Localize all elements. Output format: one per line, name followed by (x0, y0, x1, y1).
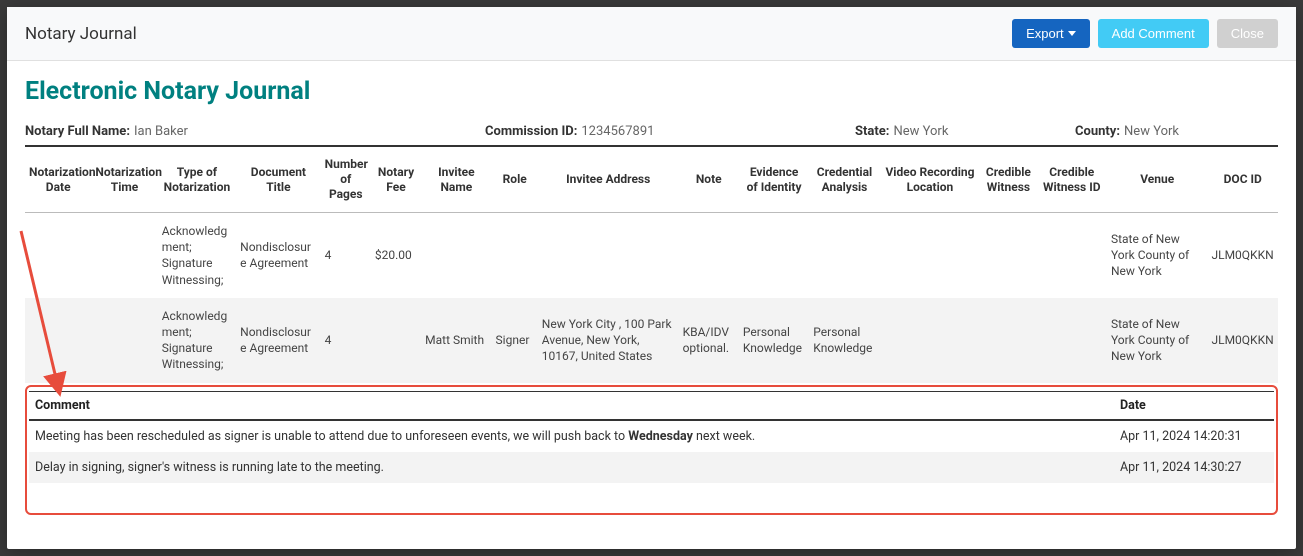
cell: $20.00 (371, 213, 421, 298)
cell: Matt Smith (421, 298, 491, 383)
col-comment: Comment (29, 391, 1114, 420)
close-button[interactable]: Close (1217, 19, 1278, 48)
cell: Signer (492, 298, 538, 383)
meta-county-label: County: (1075, 124, 1120, 139)
meta-county: County: New York (1075, 124, 1179, 139)
cell (25, 213, 91, 298)
col-note: Note (679, 147, 739, 213)
header-actions: Export Add Comment Close (1012, 19, 1278, 48)
meta-state: State: New York (855, 124, 1035, 139)
cell (371, 298, 421, 383)
col-pages: Number of Pages (321, 147, 371, 213)
comment-date: Apr 11, 2024 14:30:27 (1114, 452, 1274, 483)
table-row: Acknowledgment; Signature Witnessing; No… (25, 213, 1278, 298)
chevron-down-icon (1068, 31, 1076, 36)
meta-commission-label: Commission ID: (485, 124, 577, 139)
col-credible-witness-id: Credible Witness ID (1037, 147, 1107, 213)
col-credential: Credential Analysis (809, 147, 879, 213)
cell (421, 213, 491, 298)
table-row: Acknowledgment; Signature Witnessing; No… (25, 298, 1278, 383)
cell (809, 213, 879, 298)
cell: KBA/IDV optional. (679, 298, 739, 383)
col-doc-id: DOC ID (1207, 147, 1278, 213)
col-credible-witness: Credible Witness (980, 147, 1036, 213)
col-invitee-name: Invitee Name (421, 147, 491, 213)
meta-county-value: New York (1124, 124, 1179, 139)
cell: Personal Knowledge (739, 298, 809, 383)
comment-text: Meeting has been rescheduled as signer i… (29, 420, 1114, 452)
cell (91, 298, 157, 383)
comment-row: Meeting has been rescheduled as signer i… (29, 420, 1274, 452)
meta-notary: Notary Full Name: Ian Baker (25, 124, 445, 139)
col-evidence: Evidence of Identity (739, 147, 809, 213)
cell: 4 (321, 298, 371, 383)
cell (880, 213, 981, 298)
col-invitee-address: Invitee Address (538, 147, 679, 213)
meta-state-label: State: (855, 124, 889, 139)
col-type: Type of Notarization (158, 147, 236, 213)
cell: Nondisclosure Agreement (236, 298, 320, 383)
col-video-loc: Video Recording Location (880, 147, 981, 213)
comment-text: Delay in signing, signer's witness is ru… (29, 452, 1114, 483)
comment-pre: Delay in signing, signer's witness is ru… (35, 460, 384, 475)
cell (980, 298, 1036, 383)
meta-commission-value: 1234567891 (581, 124, 654, 139)
cell: JLM0QKKN (1207, 213, 1278, 298)
cell: Acknowledgment; Signature Witnessing; (158, 298, 236, 383)
journal-table-body: Acknowledgment; Signature Witnessing; No… (25, 213, 1278, 383)
cell: Nondisclosure Agreement (236, 213, 320, 298)
add-comment-label: Add Comment (1112, 26, 1195, 41)
journal-table: Notarization Date Notarization Time Type… (25, 147, 1278, 383)
cell (679, 213, 739, 298)
cell (25, 298, 91, 383)
cell (1037, 213, 1107, 298)
comment-date: Apr 11, 2024 14:20:31 (1114, 420, 1274, 452)
col-date: Date (1114, 391, 1274, 420)
col-venue: Venue (1107, 147, 1208, 213)
page-title: Electronic Notary Journal (25, 77, 1278, 106)
modal-window: Notary Journal Export Add Comment Close … (7, 7, 1296, 549)
meta-notary-label: Notary Full Name: (25, 124, 130, 139)
col-role: Role (492, 147, 538, 213)
add-comment-button[interactable]: Add Comment (1098, 19, 1209, 48)
cell (492, 213, 538, 298)
cell: Acknowledgment; Signature Witnessing; (158, 213, 236, 298)
comment-bold: Wednesday (628, 429, 693, 444)
cell (1037, 298, 1107, 383)
comments-section: Comment Date Meeting has been reschedule… (25, 385, 1278, 515)
modal-title: Notary Journal (25, 24, 137, 44)
cell: 4 (321, 213, 371, 298)
meta-notary-value: Ian Baker (134, 124, 188, 139)
meta-state-value: New York (893, 124, 948, 139)
comment-row: Delay in signing, signer's witness is ru… (29, 452, 1274, 483)
comment-post: next week. (693, 429, 755, 444)
cell: Personal Knowledge (809, 298, 879, 383)
export-button[interactable]: Export (1012, 19, 1090, 48)
comments-table: Comment Date Meeting has been reschedule… (29, 391, 1274, 483)
cell (980, 213, 1036, 298)
cell: New York City , 100 Park Avenue, New Yor… (538, 298, 679, 383)
modal-header: Notary Journal Export Add Comment Close (7, 7, 1296, 61)
meta-commission: Commission ID: 1234567891 (485, 124, 815, 139)
journal-table-head: Notarization Date Notarization Time Type… (25, 147, 1278, 213)
col-notarization-date: Notarization Date (25, 147, 91, 213)
cell (538, 213, 679, 298)
cell (91, 213, 157, 298)
cell: JLM0QKKN (1207, 298, 1278, 383)
cell: State of New York County of New York (1107, 213, 1208, 298)
cell: State of New York County of New York (1107, 298, 1208, 383)
meta-row: Notary Full Name: Ian Baker Commission I… (25, 124, 1278, 147)
cell (739, 213, 809, 298)
comment-pre: Meeting has been rescheduled as signer i… (35, 429, 628, 444)
modal-body: Electronic Notary Journal Notary Full Na… (7, 61, 1296, 549)
export-button-label: Export (1026, 26, 1064, 41)
close-button-label: Close (1231, 26, 1264, 41)
col-doc-title: Document Title (236, 147, 320, 213)
col-fee: Notary Fee (371, 147, 421, 213)
cell (880, 298, 981, 383)
col-notarization-time: Notarization Time (91, 147, 157, 213)
